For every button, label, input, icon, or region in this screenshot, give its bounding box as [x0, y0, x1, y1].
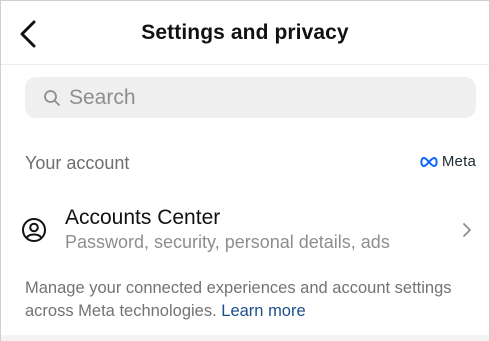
accounts-center-row[interactable]: Accounts Center Password, security, pers…	[1, 197, 489, 261]
header-bar: Settings and privacy	[1, 1, 489, 65]
chevron-left-icon	[20, 20, 36, 48]
section-title-your-account: Your account	[25, 153, 130, 173]
section-divider	[1, 335, 489, 341]
search-bar[interactable]	[25, 77, 476, 118]
accounts-center-text: Accounts Center Password, security, pers…	[65, 206, 390, 254]
accounts-center-description: Manage your connected experiences and ac…	[25, 277, 465, 323]
meta-brand-text: Meta	[441, 153, 476, 170]
settings-screen: Settings and privacy Your account Meta A…	[0, 0, 490, 341]
learn-more-link[interactable]: Learn more	[221, 302, 305, 320]
meta-logo: Meta	[419, 153, 476, 170]
meta-infinity-icon	[420, 156, 438, 167]
accounts-center-title: Accounts Center	[65, 206, 221, 229]
user-circle-icon	[21, 217, 47, 243]
accounts-center-subtitle: Password, security, personal details, ad…	[65, 232, 390, 252]
page-title: Settings and privacy	[141, 20, 349, 44]
back-button[interactable]	[11, 17, 45, 51]
chevron-right-icon	[461, 221, 473, 239]
search-input[interactable]	[69, 85, 449, 110]
search-icon	[43, 89, 61, 107]
